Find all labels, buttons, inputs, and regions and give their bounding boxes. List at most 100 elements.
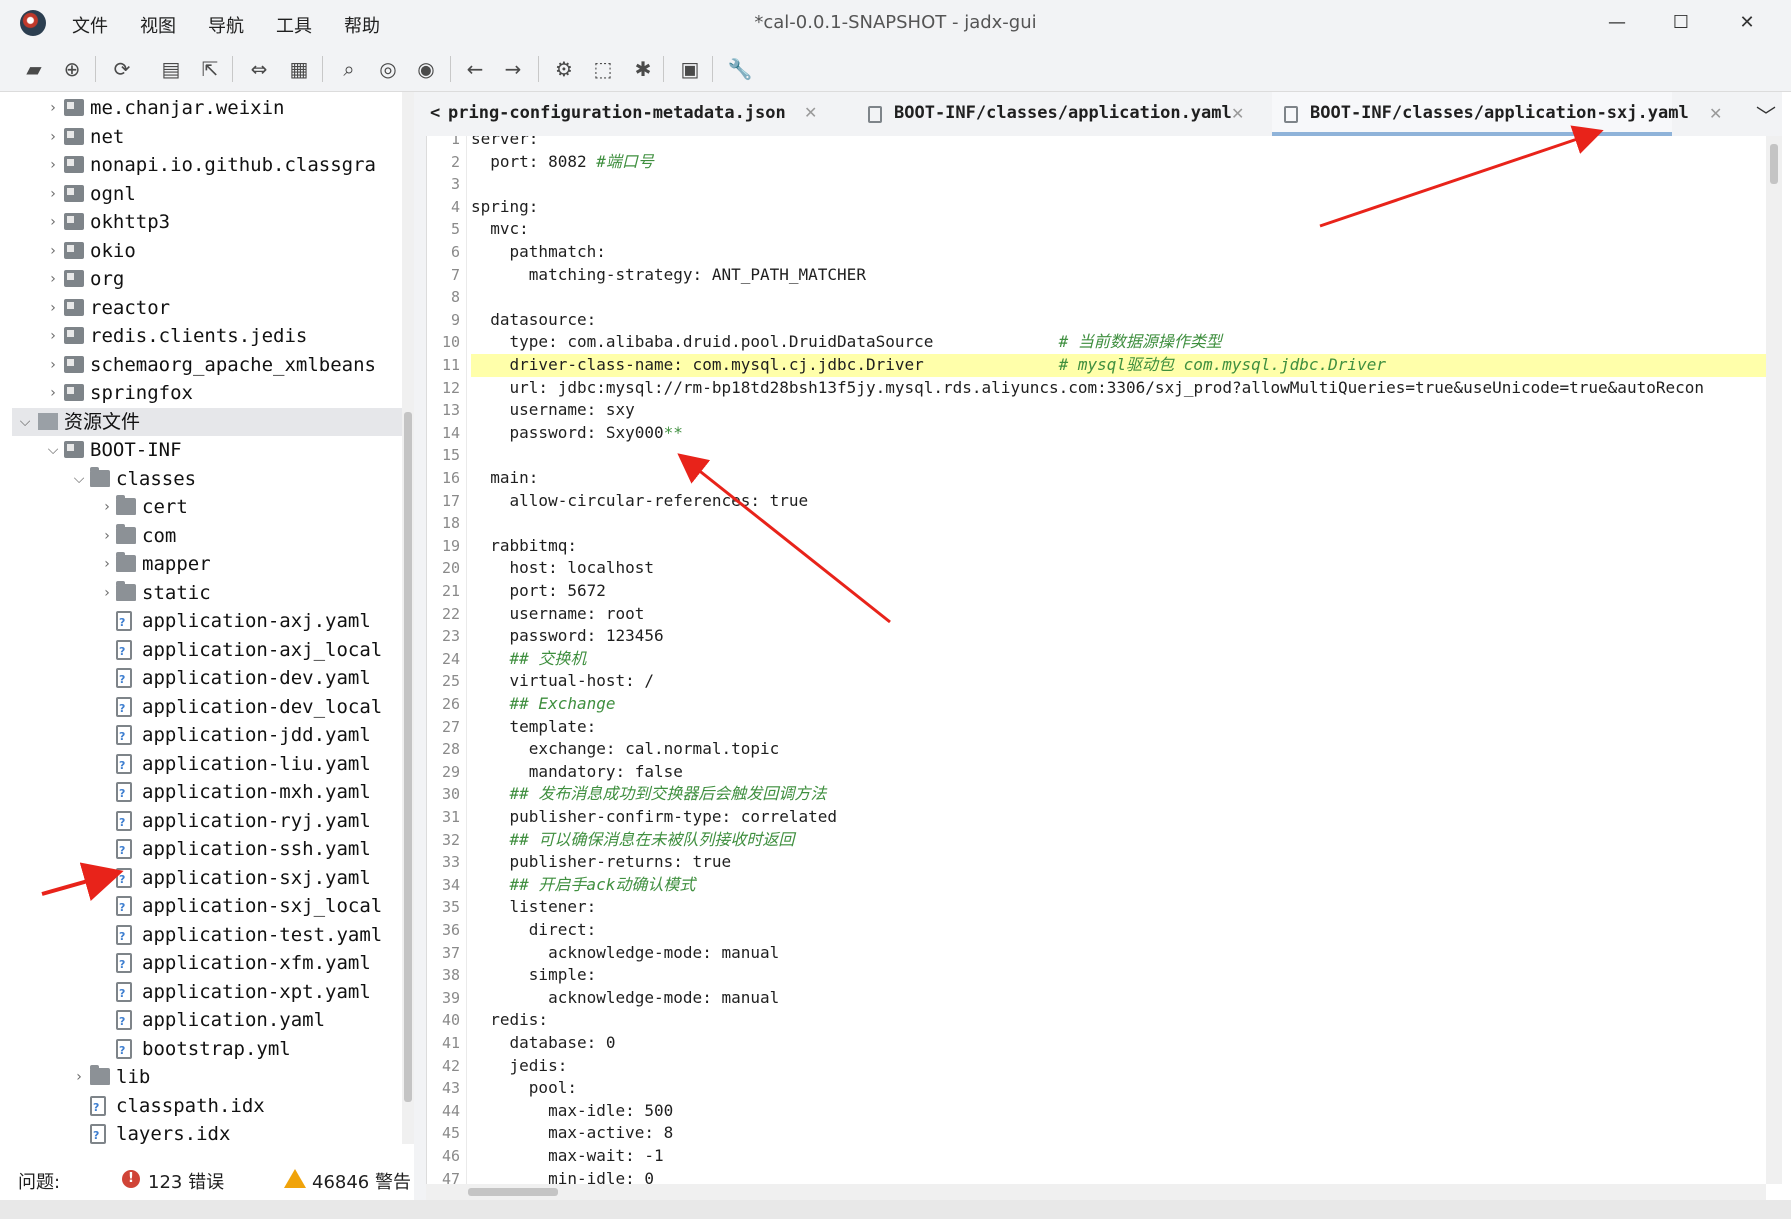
- tree-item[interactable]: application.yaml: [12, 1006, 402, 1036]
- chevron-down-icon[interactable]: ⌵: [16, 408, 34, 436]
- menu-help[interactable]: 帮助: [328, 0, 396, 46]
- tree-item[interactable]: application-ssh.yaml: [12, 835, 402, 865]
- editor-horizontal-scrollbar-thumb[interactable]: [468, 1188, 558, 1196]
- code-line[interactable]: template:: [471, 716, 1766, 739]
- tree-item[interactable]: classpath.idx: [12, 1092, 402, 1122]
- tree-item[interactable]: application-sxj.yaml: [12, 864, 402, 894]
- export-icon[interactable]: ⇱: [196, 55, 224, 83]
- tree-item[interactable]: application-dev.yaml: [12, 664, 402, 694]
- menu-view[interactable]: 视图: [124, 0, 192, 46]
- tab-scroll-left-icon[interactable]: <: [430, 92, 440, 134]
- editor-horizontal-scrollbar[interactable]: [426, 1184, 1766, 1200]
- save-icon[interactable]: ▤: [157, 55, 185, 83]
- tree-item[interactable]: bootstrap.yml: [12, 1035, 402, 1065]
- code-line[interactable]: acknowledge-mode: manual: [471, 942, 1766, 965]
- tree-item[interactable]: ⌵ BOOT-INF: [12, 436, 402, 464]
- code-line[interactable]: ## 开启手ack动确认模式: [471, 874, 1766, 897]
- code-line[interactable]: rabbitmq:: [471, 535, 1766, 558]
- chevron-down-icon[interactable]: ⌵: [70, 465, 88, 493]
- code-line[interactable]: port: 5672: [471, 580, 1766, 603]
- chevron-right-icon[interactable]: ›: [44, 379, 62, 407]
- code-line[interactable]: max-active: 8: [471, 1122, 1766, 1145]
- tree-item[interactable]: › springfox: [12, 379, 402, 407]
- tree-item[interactable]: application-dev_local: [12, 693, 402, 723]
- tree-item[interactable]: › static: [12, 579, 402, 607]
- code-line[interactable]: type: com.alibaba.druid.pool.DruidDataSo…: [471, 331, 1766, 354]
- chevron-down-icon[interactable]: ⌵: [44, 436, 62, 464]
- code-line[interactable]: [471, 286, 1766, 309]
- tree-item[interactable]: › redis.clients.jedis: [12, 322, 402, 350]
- tree-item[interactable]: application-axj_local: [12, 636, 402, 666]
- log-icon[interactable]: ▣: [676, 55, 704, 83]
- chevron-right-icon[interactable]: ›: [44, 265, 62, 293]
- tree-item[interactable]: › mapper: [12, 550, 402, 578]
- settings-icon[interactable]: 🔧: [726, 55, 754, 83]
- maximize-button[interactable]: ☐: [1656, 8, 1706, 38]
- tree-item[interactable]: › ognl: [12, 180, 402, 208]
- back-icon[interactable]: ←: [461, 55, 489, 83]
- chevron-right-icon[interactable]: ›: [44, 151, 62, 179]
- tree-item[interactable]: application-xfm.yaml: [12, 949, 402, 979]
- deobfuscation-icon[interactable]: ⚙: [550, 55, 578, 83]
- chevron-right-icon[interactable]: ›: [98, 522, 116, 550]
- code-line[interactable]: matching-strategy: ANT_PATH_MATCHER: [471, 264, 1766, 287]
- chevron-right-icon[interactable]: ›: [98, 493, 116, 521]
- code-line[interactable]: mvc:: [471, 218, 1766, 241]
- code-line[interactable]: redis:: [471, 1009, 1766, 1032]
- tree-item[interactable]: › org: [12, 265, 402, 293]
- code-line[interactable]: password: 123456: [471, 625, 1766, 648]
- code-editor[interactable]: 1 2 3 4 5 6 7 8 9 10 11 12 13 14 15 16 17 18 19 20 21 22 23 24 2…: [426, 136, 1766, 1184]
- code-line[interactable]: datasource:: [471, 309, 1766, 332]
- find-class-icon[interactable]: ◎: [374, 55, 402, 83]
- tree-item[interactable]: › net: [12, 123, 402, 151]
- code-line[interactable]: min-idle: 0: [471, 1168, 1766, 1184]
- code-line[interactable]: server:: [471, 136, 1766, 151]
- tab-overflow-chevron-down-icon[interactable]: ﹀: [1756, 100, 1776, 129]
- code-line[interactable]: username: sxy: [471, 399, 1766, 422]
- warning-count[interactable]: 46846 警告: [312, 1168, 411, 1194]
- open-icon[interactable]: ▰: [20, 55, 48, 83]
- tree-item[interactable]: layers.idx: [12, 1120, 402, 1144]
- code-line[interactable]: publisher-confirm-type: correlated: [471, 806, 1766, 829]
- tree-item[interactable]: application-jdd.yaml: [12, 721, 402, 751]
- tree-item[interactable]: › reactor: [12, 294, 402, 322]
- code-line[interactable]: allow-circular-references: true: [471, 490, 1766, 513]
- code-line[interactable]: pool:: [471, 1077, 1766, 1100]
- code-line[interactable]: host: localhost: [471, 557, 1766, 580]
- tree-item[interactable]: › schemaorg_apache_xmlbeans: [12, 351, 402, 379]
- menu-file[interactable]: 文件: [56, 0, 124, 46]
- code-line[interactable]: driver-class-name: com.mysql.cj.jdbc.Dri…: [471, 354, 1766, 377]
- chevron-right-icon[interactable]: ›: [44, 351, 62, 379]
- chevron-right-icon[interactable]: ›: [44, 322, 62, 350]
- code-line[interactable]: [471, 444, 1766, 467]
- tree-item[interactable]: application-test.yaml: [12, 921, 402, 951]
- code-line[interactable]: [471, 173, 1766, 196]
- decompile-all-icon[interactable]: ⬚: [589, 55, 617, 83]
- close-tab-icon[interactable]: ✕: [1231, 104, 1244, 123]
- tree-item[interactable]: › lib: [12, 1063, 402, 1091]
- pane-splitter[interactable]: [414, 92, 426, 1202]
- menu-navigation[interactable]: 导航: [192, 0, 260, 46]
- tree-item[interactable]: application-axj.yaml: [12, 607, 402, 637]
- code-line[interactable]: ## Exchange: [471, 693, 1766, 716]
- code-line[interactable]: pathmatch:: [471, 241, 1766, 264]
- menu-tools[interactable]: 工具: [260, 0, 328, 46]
- tree-item[interactable]: ⌵ 资源文件: [12, 407, 402, 436]
- tree-item[interactable]: › okio: [12, 237, 402, 265]
- code-line[interactable]: exchange: cal.normal.topic: [471, 738, 1766, 761]
- tree-item[interactable]: › com: [12, 522, 402, 550]
- code-line[interactable]: ## 交换机: [471, 648, 1766, 671]
- tab-spring-configuration-metadata[interactable]: < pring-configuration-metadata.json ✕: [430, 92, 817, 136]
- code-line[interactable]: listener:: [471, 896, 1766, 919]
- sync-icon[interactable]: ⟳: [108, 55, 136, 83]
- tab-application-yaml[interactable]: BOOT-INF/classes/application.yaml: [858, 92, 1258, 136]
- chevron-right-icon[interactable]: ›: [44, 208, 62, 236]
- tree-item[interactable]: ⌵ classes: [12, 465, 402, 493]
- code-line[interactable]: ## 发布消息成功到交换器后会触发回调方法: [471, 783, 1766, 806]
- chevron-right-icon[interactable]: ›: [44, 294, 62, 322]
- code-line[interactable]: main:: [471, 467, 1766, 490]
- chevron-right-icon[interactable]: ›: [70, 1063, 88, 1091]
- close-tab-icon[interactable]: ✕: [804, 92, 817, 134]
- tree-scrollbar[interactable]: [402, 92, 414, 1144]
- forward-icon[interactable]: →: [499, 55, 527, 83]
